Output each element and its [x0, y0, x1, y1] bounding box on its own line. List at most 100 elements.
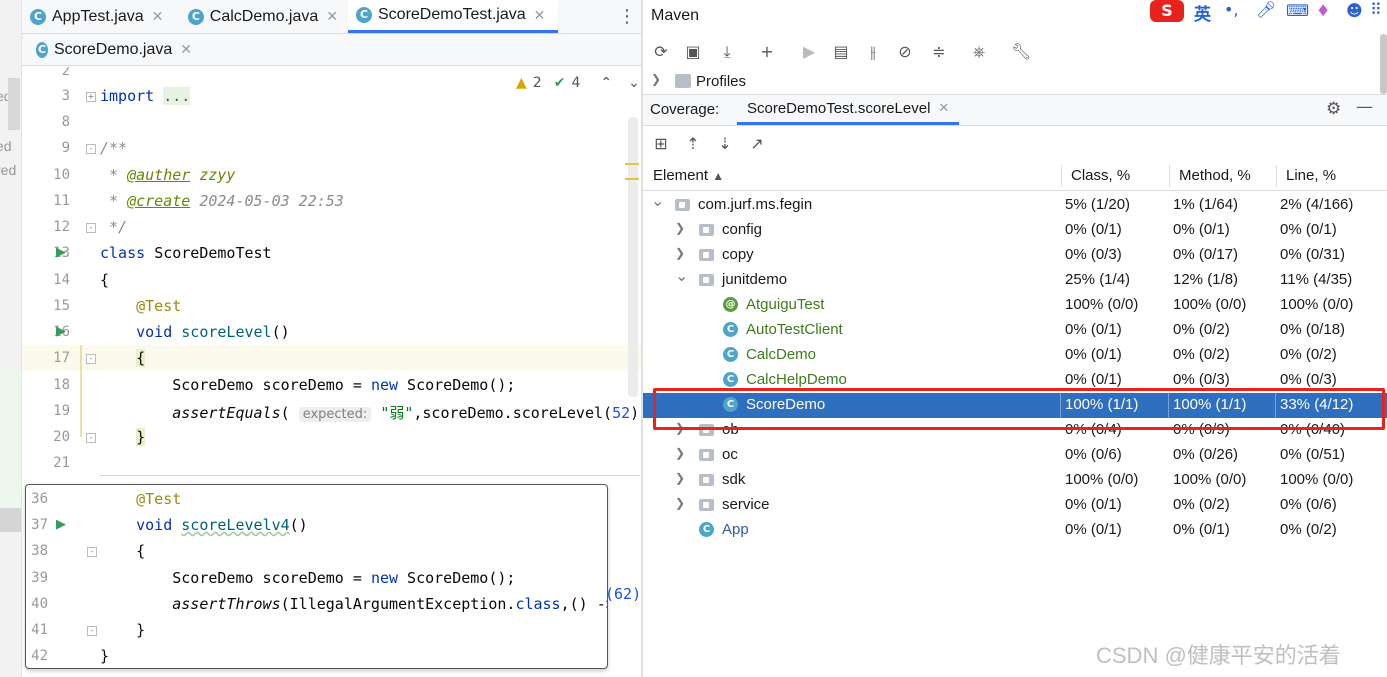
- table-row[interactable]: C CalcDemo 0% (0/1) 0% (0/2) 0% (0/2): [643, 343, 1387, 368]
- table-row[interactable]: ❯ oc 0% (0/6) 0% (0/26) 0% (0/51): [643, 443, 1387, 468]
- code-fragment: (62): [605, 585, 642, 603]
- skip-tests-icon[interactable]: ⊘: [895, 42, 915, 62]
- table-row[interactable]: @ AtguiguTest 100% (0/0) 100% (0/0) 100% (0/…: [643, 293, 1387, 318]
- fold-icon[interactable]: -: [87, 626, 97, 636]
- execute-goal-icon[interactable]: ▤: [831, 42, 851, 62]
- chevron-right-icon[interactable]: ❯: [675, 446, 685, 460]
- column-header-element[interactable]: Element ▲: [653, 161, 724, 191]
- chevron-right-icon[interactable]: ❯: [675, 496, 685, 510]
- line-number: 11: [53, 193, 70, 209]
- table-row[interactable]: ❯ config 0% (0/1) 0% (0/1) 0% (0/1): [643, 218, 1387, 243]
- chevron-down-icon[interactable]: ⌄: [675, 266, 688, 286]
- navigate-up-icon[interactable]: ⇡: [683, 134, 703, 154]
- table-row[interactable]: ⌄ com.jurf.ms.fegin 5% (1/20) 1% (1/64) 2% (…: [643, 193, 1387, 218]
- chevron-right-icon[interactable]: ❯: [675, 221, 685, 235]
- coverage-tab[interactable]: ScoreDemoTest.scoreLevel ✕: [737, 95, 960, 125]
- tab-scoredemo[interactable]: C ScoreDemo.java ✕: [28, 34, 200, 65]
- table-row[interactable]: ❯ sdk 100% (0/0) 100% (0/0) 100% (0/0): [643, 468, 1387, 493]
- chevron-right-icon[interactable]: ❯: [651, 72, 661, 86]
- table-row[interactable]: ❯ service 0% (0/1) 0% (0/2) 0% (0/6): [643, 493, 1387, 518]
- chevron-up-icon[interactable]: ⌃: [600, 75, 612, 91]
- run-test-icon[interactable]: ▶: [56, 517, 72, 533]
- run-icon[interactable]: ▶: [799, 42, 819, 62]
- line-coverage: 0% (0/2): [1280, 521, 1337, 538]
- close-icon[interactable]: ✕: [534, 7, 546, 24]
- close-icon[interactable]: ✕: [152, 8, 164, 25]
- run-test-icon[interactable]: ▶: [56, 324, 72, 340]
- chevron-right-icon[interactable]: ❯: [675, 471, 685, 485]
- line-number: 36: [31, 491, 48, 507]
- column-separator[interactable]: [1169, 165, 1170, 187]
- tab-apptest[interactable]: C AppTest.java ✕: [22, 0, 178, 33]
- line-number: 12: [53, 219, 70, 235]
- collapse-icon[interactable]: ≑: [929, 42, 949, 62]
- tab-calcdemo[interactable]: C CalcDemo.java ✕: [180, 0, 346, 33]
- strip-text: ed: [0, 138, 12, 154]
- chevron-down-icon[interactable]: ⌄: [651, 191, 664, 211]
- method-coverage: 0% (0/26): [1173, 446, 1239, 463]
- ime-mode[interactable]: 英: [1194, 0, 1211, 25]
- method-coverage: 0% (0/2): [1173, 496, 1230, 513]
- class-icon: C: [723, 322, 738, 337]
- inspection-widget[interactable]: ▲ 2 ✔ 4 ⌃ ⌄: [516, 75, 640, 91]
- class-icon: C: [188, 8, 204, 25]
- fold-icon[interactable]: +: [86, 92, 96, 102]
- toggle-offline-icon[interactable]: ⫲: [863, 42, 883, 62]
- fold-icon[interactable]: -: [86, 354, 96, 364]
- download-icon[interactable]: ⤓: [717, 42, 737, 62]
- line-number: 40: [31, 596, 48, 612]
- fold-icon[interactable]: -: [86, 144, 96, 154]
- minimize-icon[interactable]: —: [1356, 97, 1373, 117]
- profiles-node[interactable]: ❯ Profiles: [643, 70, 1387, 94]
- close-icon[interactable]: ✕: [180, 41, 192, 58]
- warning-stripe: [625, 163, 639, 165]
- column-header-method[interactable]: Method, %: [1179, 161, 1251, 191]
- class-coverage: 0% (0/1): [1065, 371, 1122, 388]
- close-icon[interactable]: ✕: [938, 101, 949, 116]
- table-row[interactable]: ❯ copy 0% (0/3) 0% (0/17) 0% (0/31): [643, 243, 1387, 268]
- grid-icon[interactable]: ⠿: [1370, 0, 1382, 19]
- navigate-down-icon[interactable]: ⇣: [715, 134, 735, 154]
- element-name: junitdemo: [722, 271, 788, 288]
- gear-icon[interactable]: ⚙: [1326, 99, 1341, 119]
- reimport-folder-icon[interactable]: ▣: [683, 42, 703, 62]
- punctuation-icon[interactable]: •,: [1224, 0, 1239, 19]
- close-icon[interactable]: ✕: [326, 8, 338, 25]
- sogou-logo-icon[interactable]: S: [1150, 0, 1184, 22]
- table-row[interactable]: C AutoTestClient 0% (0/1) 0% (0/2) 0% (0/18): [643, 318, 1387, 343]
- highlight-annotation: [653, 388, 1385, 430]
- chevron-down-icon[interactable]: ⌄: [628, 75, 640, 91]
- package-folder-icon: [675, 199, 690, 211]
- skin-icon[interactable]: ♦: [1316, 1, 1330, 20]
- keyboard-icon[interactable]: ⌨: [1286, 1, 1309, 20]
- chevron-right-icon[interactable]: ❯: [675, 246, 685, 260]
- table-row[interactable]: C App 0% (0/1) 0% (0/1) 0% (0/2): [643, 518, 1387, 543]
- export-icon[interactable]: ↗: [747, 134, 767, 154]
- column-separator[interactable]: [1276, 165, 1277, 187]
- reload-icon[interactable]: ⟳: [651, 42, 671, 62]
- tab-scoredemotest[interactable]: C ScoreDemoTest.java ✕: [348, 0, 558, 33]
- strip-scroll-thumb[interactable]: [8, 78, 20, 130]
- analyze-icon[interactable]: ⎈: [969, 42, 989, 62]
- column-header-line[interactable]: Line, %: [1286, 161, 1336, 191]
- more-tabs-icon[interactable]: ⋮: [618, 7, 636, 27]
- line-coverage: 0% (0/6): [1280, 496, 1337, 513]
- method-coverage: 100% (0/0): [1173, 296, 1247, 313]
- microphone-icon[interactable]: 🎤︎: [1256, 0, 1276, 19]
- flatten-packages-icon[interactable]: ⊞: [651, 134, 671, 154]
- column-header-class[interactable]: Class, %: [1071, 161, 1130, 191]
- package-folder-icon: [699, 474, 714, 486]
- code-line: * @auther zzyy: [100, 166, 236, 184]
- editor-scrollbar[interactable]: [628, 117, 638, 397]
- settings-wrench-icon[interactable]: 🔧︎: [1011, 42, 1031, 62]
- column-separator[interactable]: [1061, 165, 1062, 187]
- fold-icon[interactable]: -: [86, 433, 96, 443]
- table-row[interactable]: ⌄ junitdemo 25% (1/4) 12% (1/8) 11% (4/35): [643, 268, 1387, 293]
- add-icon[interactable]: +: [757, 42, 777, 62]
- element-name: com.jurf.ms.fegin: [698, 196, 813, 213]
- run-test-icon[interactable]: ▶: [56, 245, 72, 261]
- code-line: {: [136, 542, 146, 560]
- robot-icon[interactable]: ☻: [1346, 1, 1363, 20]
- fold-icon[interactable]: -: [86, 223, 96, 233]
- fold-icon[interactable]: -: [87, 547, 97, 557]
